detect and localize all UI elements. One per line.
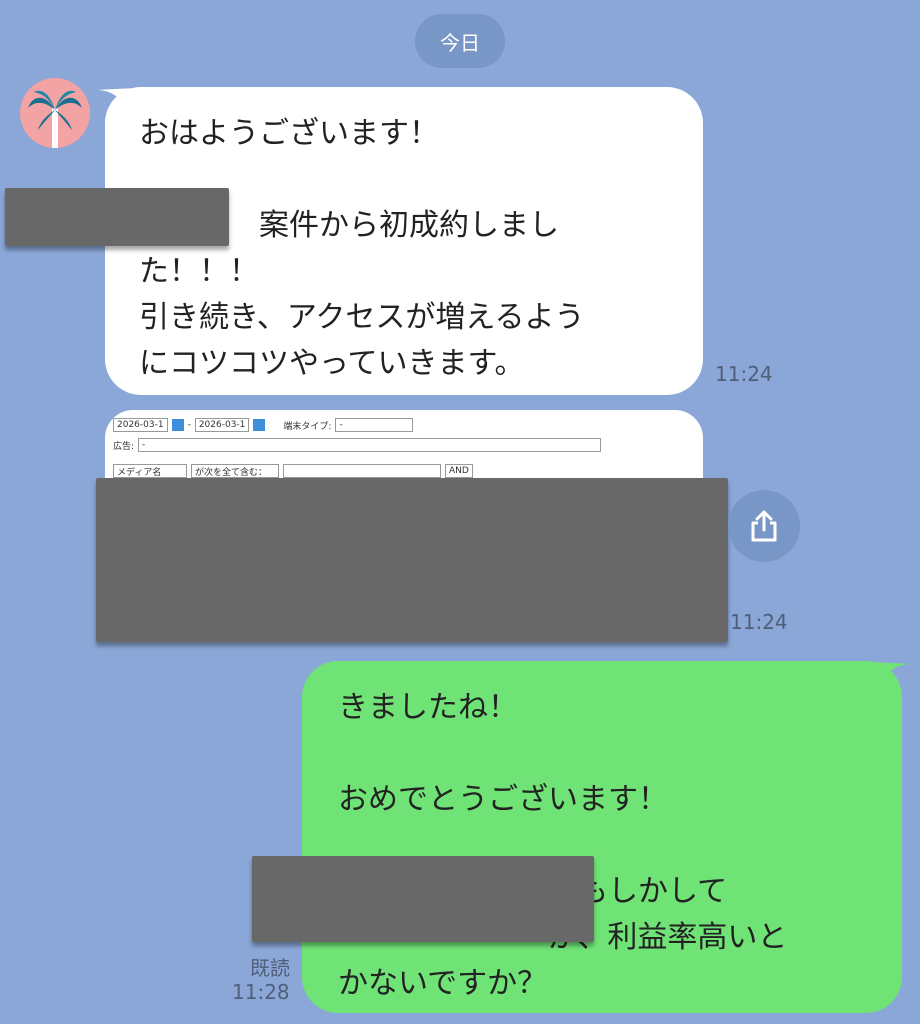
redaction-block — [252, 856, 594, 942]
message-line: にコツコツやっていきます。 — [139, 346, 525, 381]
message-line: おめでとうございます！ — [338, 782, 668, 817]
message-timestamp: 11:24 — [730, 610, 788, 634]
device-type-select[interactable]: - — [335, 418, 414, 432]
message-timestamp: 11:24 — [715, 362, 773, 386]
message-line: かないですか？ — [338, 966, 548, 1001]
palm-tree-icon — [28, 90, 82, 148]
message-line: 引き続き、アクセスが増えるよう — [139, 300, 585, 335]
message-line: おはようございます！ — [139, 116, 439, 151]
message-line: た！！！ — [139, 254, 259, 289]
date-to-field[interactable]: 2026-03-1 — [194, 418, 250, 432]
device-type-label: 端末タイプ: — [283, 421, 332, 432]
ad-select[interactable]: - — [138, 438, 602, 452]
redaction-block — [96, 478, 728, 642]
ad-label: 広告: — [113, 441, 135, 452]
message-line: きましたね！ — [338, 690, 518, 725]
contact-avatar[interactable] — [20, 78, 90, 148]
message-line — [338, 731, 866, 777]
keyword-input[interactable] — [283, 464, 441, 478]
outgoing-message-bubble[interactable]: きましたね！ おめでとうございます！ もしかして が、利益率高いと かないですか… — [302, 661, 902, 1013]
calendar-icon[interactable] — [171, 419, 184, 431]
share-icon — [751, 510, 777, 542]
logic-select[interactable]: AND — [445, 464, 473, 478]
message-timestamp: 11:28 — [232, 980, 290, 1004]
condition-select[interactable]: が次を全て含む： — [191, 464, 279, 478]
date-separator: 今日 — [415, 14, 505, 68]
calendar-icon[interactable] — [253, 419, 266, 431]
share-button[interactable] — [728, 490, 800, 562]
redaction-block — [5, 188, 229, 246]
date-from-field[interactable]: 2026-03-1 — [113, 418, 168, 432]
media-name-select[interactable]: メディア名 — [113, 464, 187, 478]
read-receipt: 既読 — [250, 956, 290, 980]
